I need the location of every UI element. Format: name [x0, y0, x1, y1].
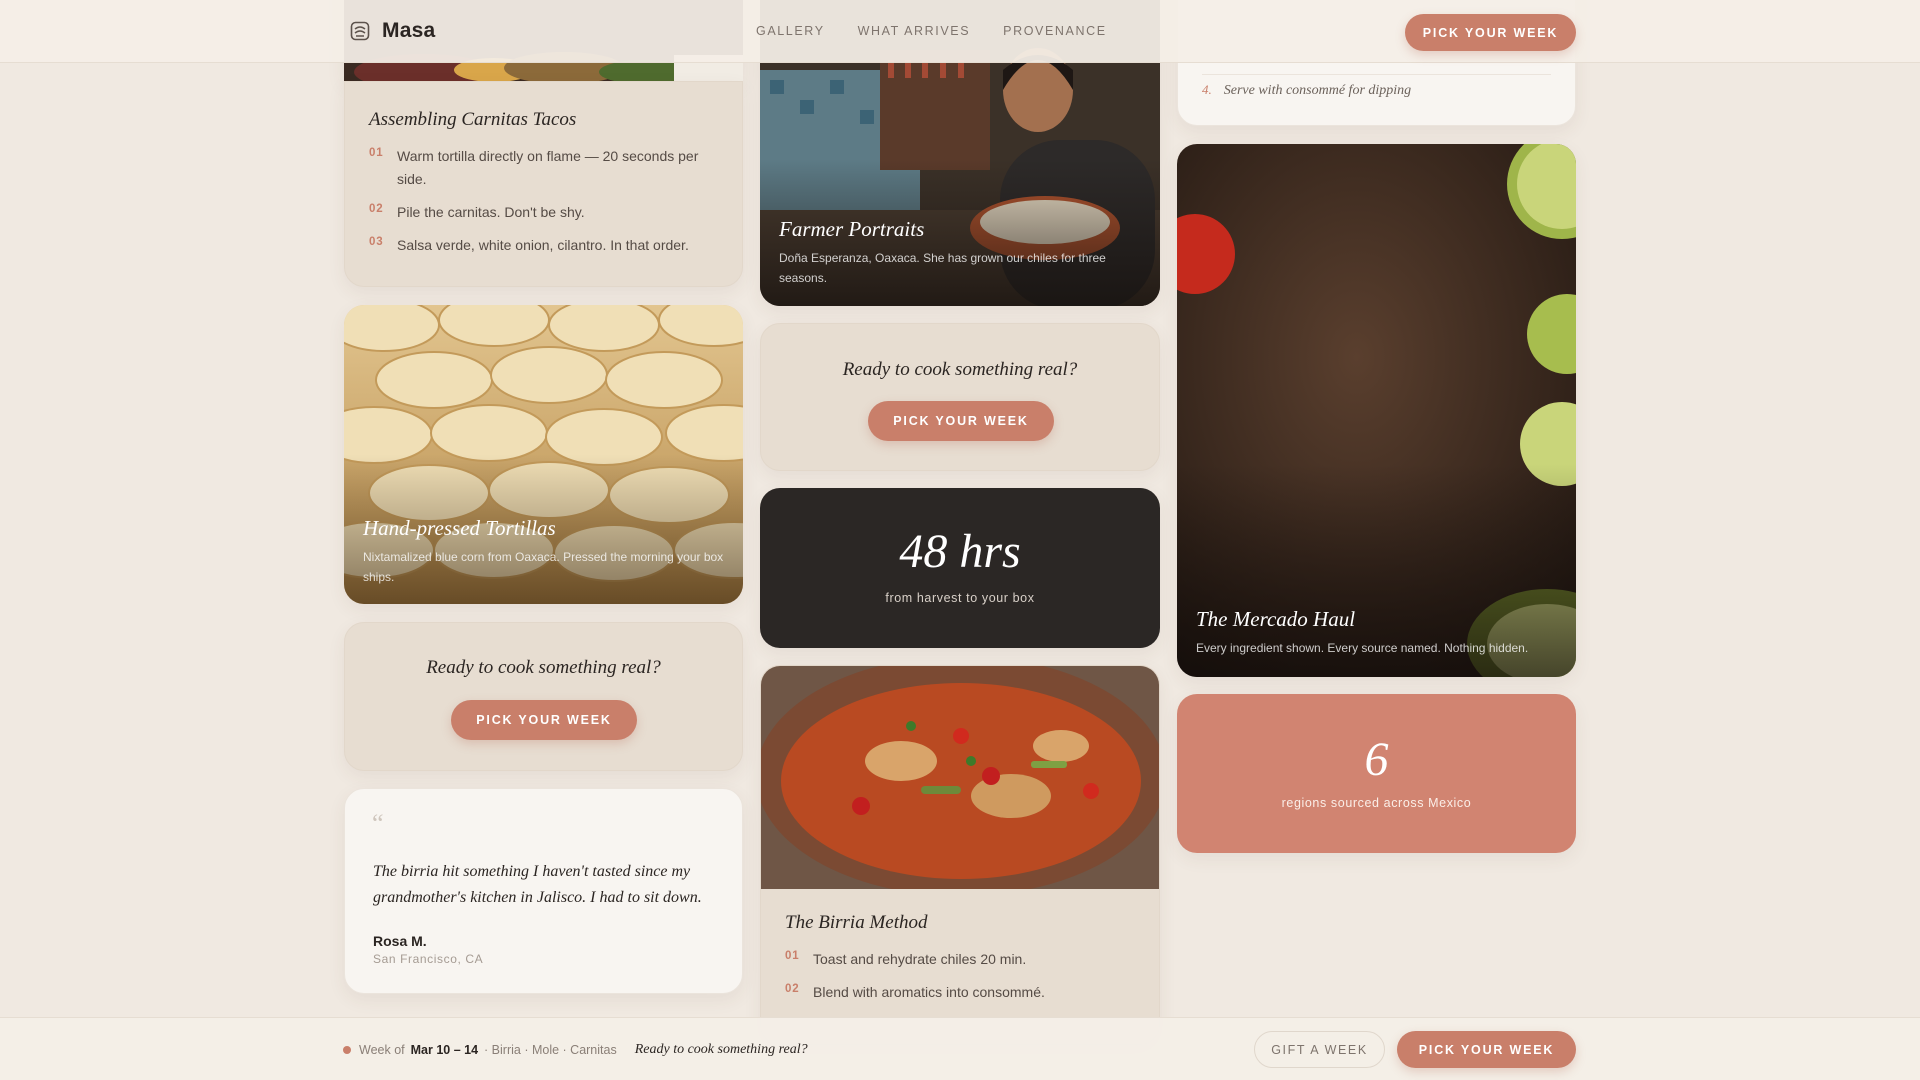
mercado-title: The Mercado Haul [1196, 607, 1356, 631]
step-number: 01 [369, 147, 384, 159]
cta-card: Ready to cook something real? PICK YOUR … [760, 323, 1160, 471]
regions-stat-card: 6 regions sourced across Mexico [1177, 694, 1576, 853]
step-item: 02 Pile the carnitas. Don't be shy. [369, 201, 718, 224]
harvest-stat-value: 48 hrs [899, 525, 1021, 578]
week-prefix: Week of [359, 1043, 405, 1057]
birria-title: The Birria Method [785, 912, 928, 933]
regions-stat-value: 6 [1364, 733, 1389, 786]
top-navigation-bar: Masa GALLERY WHAT ARRIVES PROVENANCE PIC… [0, 0, 1920, 63]
regions-stat-label: regions sourced across Mexico [1281, 796, 1472, 810]
step-item: 4. Serve with consommé for dipping [1202, 82, 1411, 99]
week-dates: Mar 10 – 14 [410, 1043, 479, 1057]
brand-name: Masa [382, 19, 436, 42]
step-number: 02 [369, 203, 384, 215]
mercado-description: Every ingredient shown. Every source nam… [1196, 641, 1529, 655]
farmer-caption: Farmer Portraits Doña Esperanza, Oaxaca.… [779, 217, 1141, 288]
step-text: Blend with aromatics into consommé. [813, 984, 1045, 1000]
nav-gallery[interactable]: GALLERY [756, 24, 825, 38]
testimonial-location: San Francisco, CA [373, 952, 484, 966]
carnitas-steps-card: Assembling Carnitas Tacos 01 Warm tortil… [344, 81, 743, 287]
step-item: 03 Salsa verde, white onion, cilantro. I… [369, 234, 718, 257]
tortillas-caption: Hand-pressed Tortillas Nixtamalized blue… [363, 516, 724, 587]
mercado-haul-image [1177, 144, 1576, 677]
step-text: Pile the carnitas. Don't be shy. [397, 204, 585, 220]
step-number: 02 [785, 983, 800, 995]
mercado-caption: The Mercado Haul Every ingredient shown.… [1196, 607, 1557, 658]
step-number: 4. [1202, 82, 1212, 97]
step-text: Toast and rehydrate chiles 20 min. [813, 951, 1027, 967]
sticky-bottom-bar: Week of Mar 10 – 14 · Birria · Mole · Ca… [0, 1017, 1920, 1080]
harvest-stat-card: 48 hrs from harvest to your box [760, 488, 1160, 648]
step-text: Salsa verde, white onion, cilantro. In t… [397, 237, 689, 253]
masa-logo-icon [350, 21, 370, 41]
step-number: 01 [785, 950, 800, 962]
week-dishes: · Birria · Mole · Carnitas [484, 1043, 617, 1057]
bottom-cta-text: Ready to cook something real? [634, 1042, 808, 1057]
step-item: 02 Blend with aromatics into consommé. [785, 981, 1135, 1004]
main-nav: GALLERY WHAT ARRIVES PROVENANCE [756, 24, 1107, 38]
step-text: Warm tortilla directly on flame — 20 sec… [397, 148, 699, 187]
pick-your-week-button[interactable]: PICK YOUR WEEK [868, 401, 1054, 441]
brand[interactable]: Masa [350, 19, 435, 43]
cta-text: Ready to cook something real? [842, 359, 1078, 380]
cta-text: Ready to cook something real? [426, 657, 661, 678]
birria-stew-image [761, 666, 1159, 889]
pick-your-week-button[interactable]: PICK YOUR WEEK [451, 700, 637, 740]
tortillas-description: Nixtamalized blue corn from Oaxaca. Pres… [363, 550, 724, 584]
week-summary: Week of Mar 10 – 14 · Birria · Mole · Ca… [343, 1042, 808, 1058]
testimonial-card: “ The birria hit something I haven't tas… [344, 788, 743, 994]
cta-card: Ready to cook something real? PICK YOUR … [344, 622, 743, 771]
nav-provenance[interactable]: PROVENANCE [1003, 24, 1107, 38]
testimonial-author: Rosa M. [373, 933, 427, 949]
harvest-stat-label: from harvest to your box [885, 591, 1035, 605]
step-text: Serve with consommé for dipping [1223, 83, 1412, 98]
status-dot-icon [343, 1046, 351, 1054]
step-item: 01 Toast and rehydrate chiles 20 min. [785, 948, 1135, 971]
gift-a-week-button[interactable]: GIFT A WEEK [1254, 1031, 1385, 1068]
tortillas-title: Hand-pressed Tortillas [363, 516, 556, 540]
farmer-title: Farmer Portraits [779, 217, 925, 241]
birria-method-card: The Birria Method 01 Toast and rehydrate… [760, 665, 1160, 1045]
carnitas-title: Assembling Carnitas Tacos [369, 109, 577, 130]
quote-mark-icon: “ [372, 809, 384, 838]
mercado-haul-card[interactable]: The Mercado Haul Every ingredient shown.… [1177, 144, 1576, 677]
nav-what-arrives[interactable]: WHAT ARRIVES [858, 24, 971, 38]
testimonial-quote: The birria hit something I haven't taste… [373, 863, 702, 906]
farmer-description: Doña Esperanza, Oaxaca. She has grown ou… [779, 251, 1106, 285]
step-item: 01 Warm tortilla directly on flame — 20 … [369, 145, 718, 191]
bottom-pick-your-week-button[interactable]: PICK YOUR WEEK [1397, 1031, 1576, 1068]
tortillas-photo-card[interactable]: Hand-pressed Tortillas Nixtamalized blue… [344, 305, 743, 604]
step-number: 03 [369, 236, 384, 248]
header-pick-your-week-button[interactable]: PICK YOUR WEEK [1405, 14, 1576, 51]
